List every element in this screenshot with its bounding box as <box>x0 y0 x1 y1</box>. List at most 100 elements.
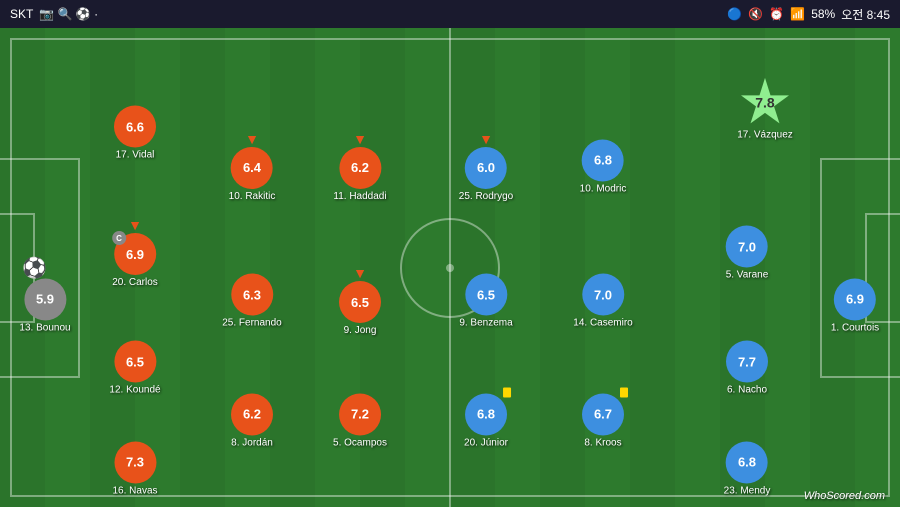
player-name: 13. Bounou <box>19 322 70 333</box>
player-name: 12. Koundé <box>109 385 160 396</box>
player-score: 6.0 <box>477 160 495 175</box>
player-courtois: 6.9 1. Courtois <box>831 278 879 333</box>
player-name: 25. Rodrygo <box>459 191 513 202</box>
player-bounou: 5.9 13. Bounou <box>19 278 70 333</box>
player-bubble: 6.9 <box>834 278 876 320</box>
player-bubble: 7.2 <box>339 393 381 435</box>
player-score: 6.5 <box>477 287 495 302</box>
player-name: 5. Ocampos <box>333 437 387 448</box>
player-navas: 7.3 16. Navas <box>112 441 157 496</box>
player-score: 6.8 <box>477 407 495 422</box>
player-bubble: 6.0 <box>465 147 507 189</box>
player-vazquez: 7.8 17. Vázquez <box>737 78 793 141</box>
player-carlos: ▼ C 6.9 20. Carlos <box>112 218 158 288</box>
player-bubble: 6.5 <box>465 274 507 316</box>
player-bubble: 7.0 <box>582 274 624 316</box>
player-nacho: 7.7 6. Nacho <box>726 341 768 396</box>
player-name: 5. Varane <box>726 270 769 281</box>
player-bubble: 7.7 <box>726 341 768 383</box>
player-name: 9. Benzema <box>459 318 512 329</box>
center-dot <box>446 264 454 272</box>
player-vidal: 6.6 17. Vidal <box>114 106 156 161</box>
player-score: 6.2 <box>351 160 369 175</box>
player-score: 6.7 <box>594 407 612 422</box>
player-name: 25. Fernando <box>222 318 282 329</box>
volume-icon: 🔇 <box>748 7 763 21</box>
player-score: 7.0 <box>594 287 612 302</box>
player-name: 8. Kroos <box>584 437 621 448</box>
player-score: 5.9 <box>36 292 54 307</box>
player-score: 7.7 <box>738 354 756 369</box>
status-left: SKT 📷 🔍 ⚽ · <box>10 7 98 21</box>
wifi-icon: 📶 <box>790 7 805 21</box>
player-name: 16. Navas <box>112 485 157 496</box>
player-varane: 7.0 5. Varane <box>726 226 769 281</box>
yellow-card <box>503 387 511 397</box>
player-score: 6.5 <box>126 354 144 369</box>
sub-out-arrow: ▼ <box>353 132 367 146</box>
player-score: 6.9 <box>126 247 144 262</box>
bluetooth-icon: 🔵 <box>727 7 742 21</box>
player-score: 7.0 <box>738 239 756 254</box>
player-name: 9. Jong <box>344 325 377 336</box>
battery-label: 58% <box>811 7 835 21</box>
player-bubble: 6.8 <box>726 441 768 483</box>
player-name: 1. Courtois <box>831 322 879 333</box>
player-score: 6.6 <box>126 119 144 134</box>
player-score: 7.3 <box>126 455 144 470</box>
star-shape: 7.8 <box>740 78 790 128</box>
player-modric: 6.8 10. Modric <box>580 139 627 194</box>
player-score: 6.3 <box>243 287 261 302</box>
player-bubble: 6.2 <box>339 147 381 189</box>
captain-badge: C <box>112 231 126 245</box>
player-score: 7.2 <box>351 407 369 422</box>
player-name: 10. Modric <box>580 183 627 194</box>
player-score: 6.9 <box>846 292 864 307</box>
player-score: 6.2 <box>243 407 261 422</box>
player-name: 23. Mendy <box>724 485 771 496</box>
player-name: 20. Júnior <box>464 437 508 448</box>
soccer-field: ⚽ 6.6 17. Vidal ▼ C 6.9 20. Carlos 6.5 1… <box>0 28 900 507</box>
player-benzema: 6.5 9. Benzema <box>459 274 512 329</box>
player-junior: 6.8 20. Júnior <box>464 393 508 448</box>
yellow-card <box>620 387 628 397</box>
time-label: 오전 8:45 <box>841 6 890 23</box>
player-score: 6.5 <box>351 295 369 310</box>
player-name: 14. Casemiro <box>573 318 632 329</box>
player-bubble: 6.8 <box>465 393 507 435</box>
player-mendy: 6.8 23. Mendy <box>724 441 771 496</box>
sub-out-arrow: ▼ <box>128 218 142 232</box>
player-bubble: 6.6 <box>114 106 156 148</box>
player-kroos: 6.7 8. Kroos <box>582 393 624 448</box>
player-jong: ▼ 6.5 9. Jong <box>339 266 381 336</box>
player-name: 10. Rakitic <box>229 191 276 202</box>
player-bubble: C 6.9 <box>114 233 156 275</box>
whoscored-watermark: WhoScored.com <box>804 490 885 502</box>
player-score: 6.4 <box>243 160 261 175</box>
ball-icon: ⚽ <box>22 255 47 280</box>
player-bubble: 5.9 <box>24 278 66 320</box>
player-kounde: 6.5 12. Koundé <box>109 341 160 396</box>
player-name: 20. Carlos <box>112 277 158 288</box>
status-bar: SKT 📷 🔍 ⚽ · 🔵 🔇 ⏰ 📶 58% 오전 8:45 <box>0 0 900 28</box>
star-rating: 7.8 <box>740 78 790 128</box>
alarm-icon: ⏰ <box>769 7 784 21</box>
player-rakitic: ▼ 6.4 10. Rakitic <box>229 132 276 202</box>
player-bubble: 6.3 <box>231 274 273 316</box>
player-name: 11. Haddadi <box>333 191 386 202</box>
sub-out-arrow: ▼ <box>479 132 493 146</box>
sub-out-arrow: ▼ <box>245 132 259 146</box>
player-bubble: 6.8 <box>582 139 624 181</box>
player-haddadi: ▼ 6.2 11. Haddadi <box>333 132 386 202</box>
player-bubble: 6.7 <box>582 393 624 435</box>
player-name: 17. Vidal <box>116 150 155 161</box>
player-score: 6.8 <box>738 455 756 470</box>
player-score: 6.8 <box>594 153 612 168</box>
carrier-label: SKT <box>10 7 33 21</box>
player-bubble: 6.5 <box>114 341 156 383</box>
player-bubble: 6.4 <box>231 147 273 189</box>
player-score: 7.8 <box>755 95 774 111</box>
player-bubble: 7.0 <box>726 226 768 268</box>
player-ocampos: 7.2 5. Ocampos <box>333 393 387 448</box>
sub-out-arrow: ▼ <box>353 266 367 280</box>
